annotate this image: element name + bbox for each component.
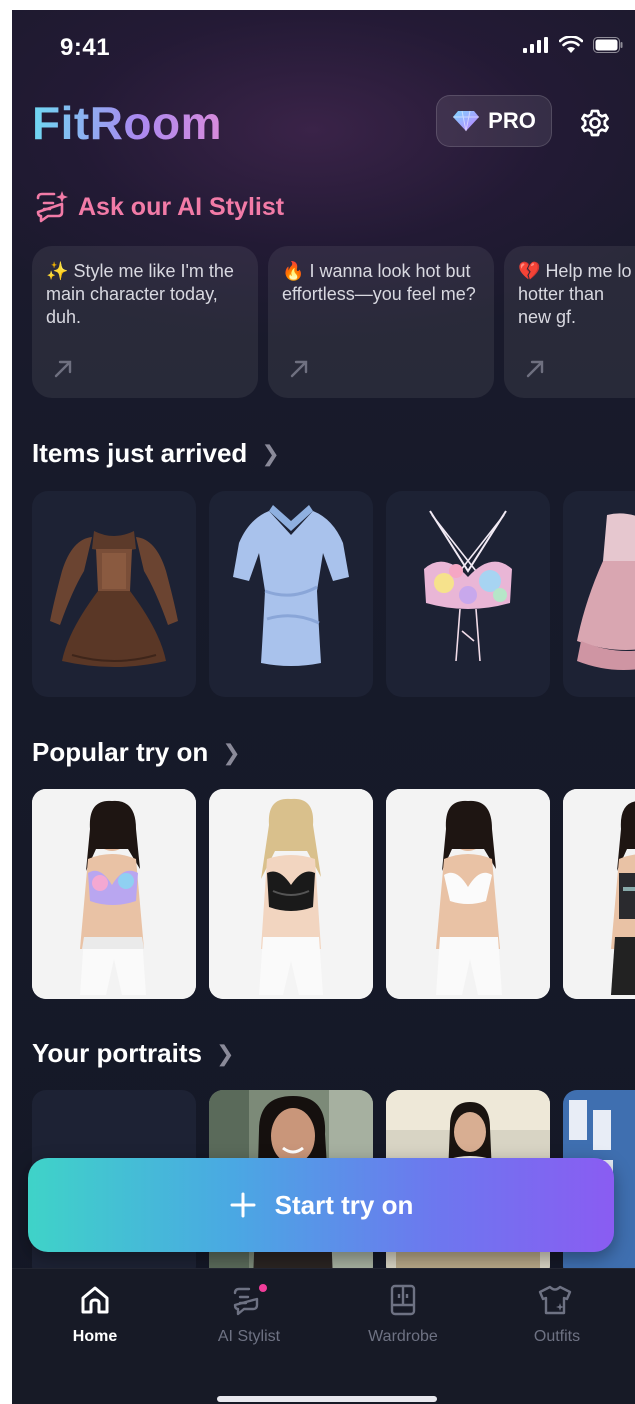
tshirt-sparkle-icon	[538, 1285, 572, 1315]
pro-label: PRO	[488, 108, 536, 133]
tab-outfits[interactable]: Outfits	[492, 1283, 622, 1346]
chevron-right-icon: ❯	[215, 1040, 235, 1066]
model-photo	[386, 789, 550, 999]
prompt-text: 💔 Help me lo hotter than new gf.	[518, 260, 635, 329]
status-bar: 9:41	[12, 10, 635, 70]
model-photo	[209, 789, 373, 999]
try-on-card[interactable]	[386, 789, 550, 999]
model-photo	[32, 789, 196, 999]
diamond-icon	[453, 110, 480, 132]
prompt-label: I wanna look hot but effortless—you feel…	[282, 261, 476, 304]
try-on-card[interactable]	[209, 789, 373, 999]
tab-label: Outfits	[533, 1328, 581, 1345]
chevron-right-icon: ❯	[222, 739, 241, 765]
app-screen: 9:41 FitRoom PRO Ask our AI Stylist ✨ St…	[12, 10, 635, 1404]
pastel-top-image	[424, 510, 512, 662]
model-photo	[563, 789, 635, 999]
section-title: Popular try on	[32, 737, 209, 767]
item-card[interactable]	[209, 491, 373, 697]
settings-button[interactable]	[577, 105, 613, 141]
arrow-up-right-icon	[526, 360, 544, 378]
wifi-icon	[559, 36, 583, 53]
ai-stylist-header[interactable]: Ask our AI Stylist	[34, 190, 284, 224]
item-card[interactable]	[386, 491, 550, 697]
prompt-card[interactable]: 🔥 I wanna look hot but effortless—you fe…	[268, 246, 494, 398]
start-try-on-button[interactable]: Start try on	[28, 1158, 614, 1252]
plus-icon	[230, 1192, 256, 1218]
tab-bar: Home AI Stylist Wardrobe Outfits	[12, 1268, 635, 1404]
popular-section-header[interactable]: Popular try on ❯	[32, 737, 241, 768]
gear-icon	[581, 109, 609, 137]
app-title: FitRoom	[32, 97, 223, 149]
item-card[interactable]	[563, 491, 635, 697]
tab-wardrobe[interactable]: Wardrobe	[338, 1283, 468, 1346]
ai-stylist-title: Ask our AI Stylist	[78, 192, 285, 221]
item-card[interactable]	[32, 491, 196, 697]
prompt-card[interactable]: ✨ Style me like I'm the main character t…	[32, 246, 258, 398]
prompt-emoji: 💔	[518, 261, 541, 281]
brown-dress-image	[50, 531, 178, 667]
try-on-card[interactable]	[563, 789, 635, 999]
prompt-text: 🔥 I wanna look hot but effortless—you fe…	[282, 260, 480, 306]
chevron-right-icon: ❯	[261, 440, 280, 466]
blue-dress-image	[233, 505, 349, 666]
battery-icon	[593, 37, 623, 53]
signal-icon	[523, 37, 548, 53]
wardrobe-icon	[390, 1284, 416, 1316]
items-section-header[interactable]: Items just arrived ❯	[32, 438, 280, 469]
section-title: Your portraits	[32, 1038, 202, 1068]
chat-sparkle-icon	[36, 191, 68, 223]
status-icons	[523, 36, 623, 54]
home-indicator	[217, 1396, 437, 1402]
portraits-section-header[interactable]: Your portraits ❯	[32, 1038, 234, 1069]
home-icon	[81, 1286, 109, 1314]
chat-sparkle-icon	[233, 1284, 267, 1316]
tab-label: Home	[72, 1328, 118, 1345]
notification-dot	[259, 1284, 267, 1292]
status-time: 9:41	[60, 34, 111, 61]
arrow-up-right-icon	[290, 360, 308, 378]
prompt-label: Style me like I'm the main character tod…	[46, 261, 234, 327]
start-try-on-label: Start try on	[274, 1189, 414, 1220]
pink-dress-image	[577, 513, 635, 670]
tab-ai-stylist[interactable]: AI Stylist	[184, 1283, 314, 1346]
pro-button[interactable]: PRO	[436, 95, 552, 147]
prompt-card[interactable]: 💔 Help me lo hotter than new gf.	[504, 246, 635, 398]
section-title: Items just arrived	[32, 438, 248, 468]
prompt-text: ✨ Style me like I'm the main character t…	[46, 260, 244, 329]
arrow-up-right-icon	[54, 360, 72, 378]
try-on-card[interactable]	[32, 789, 196, 999]
prompt-emoji: ✨	[46, 261, 69, 281]
tab-home[interactable]: Home	[30, 1283, 160, 1346]
prompt-emoji: 🔥	[282, 261, 305, 281]
tab-label: AI Stylist	[217, 1328, 281, 1345]
tab-label: Wardrobe	[368, 1328, 438, 1345]
